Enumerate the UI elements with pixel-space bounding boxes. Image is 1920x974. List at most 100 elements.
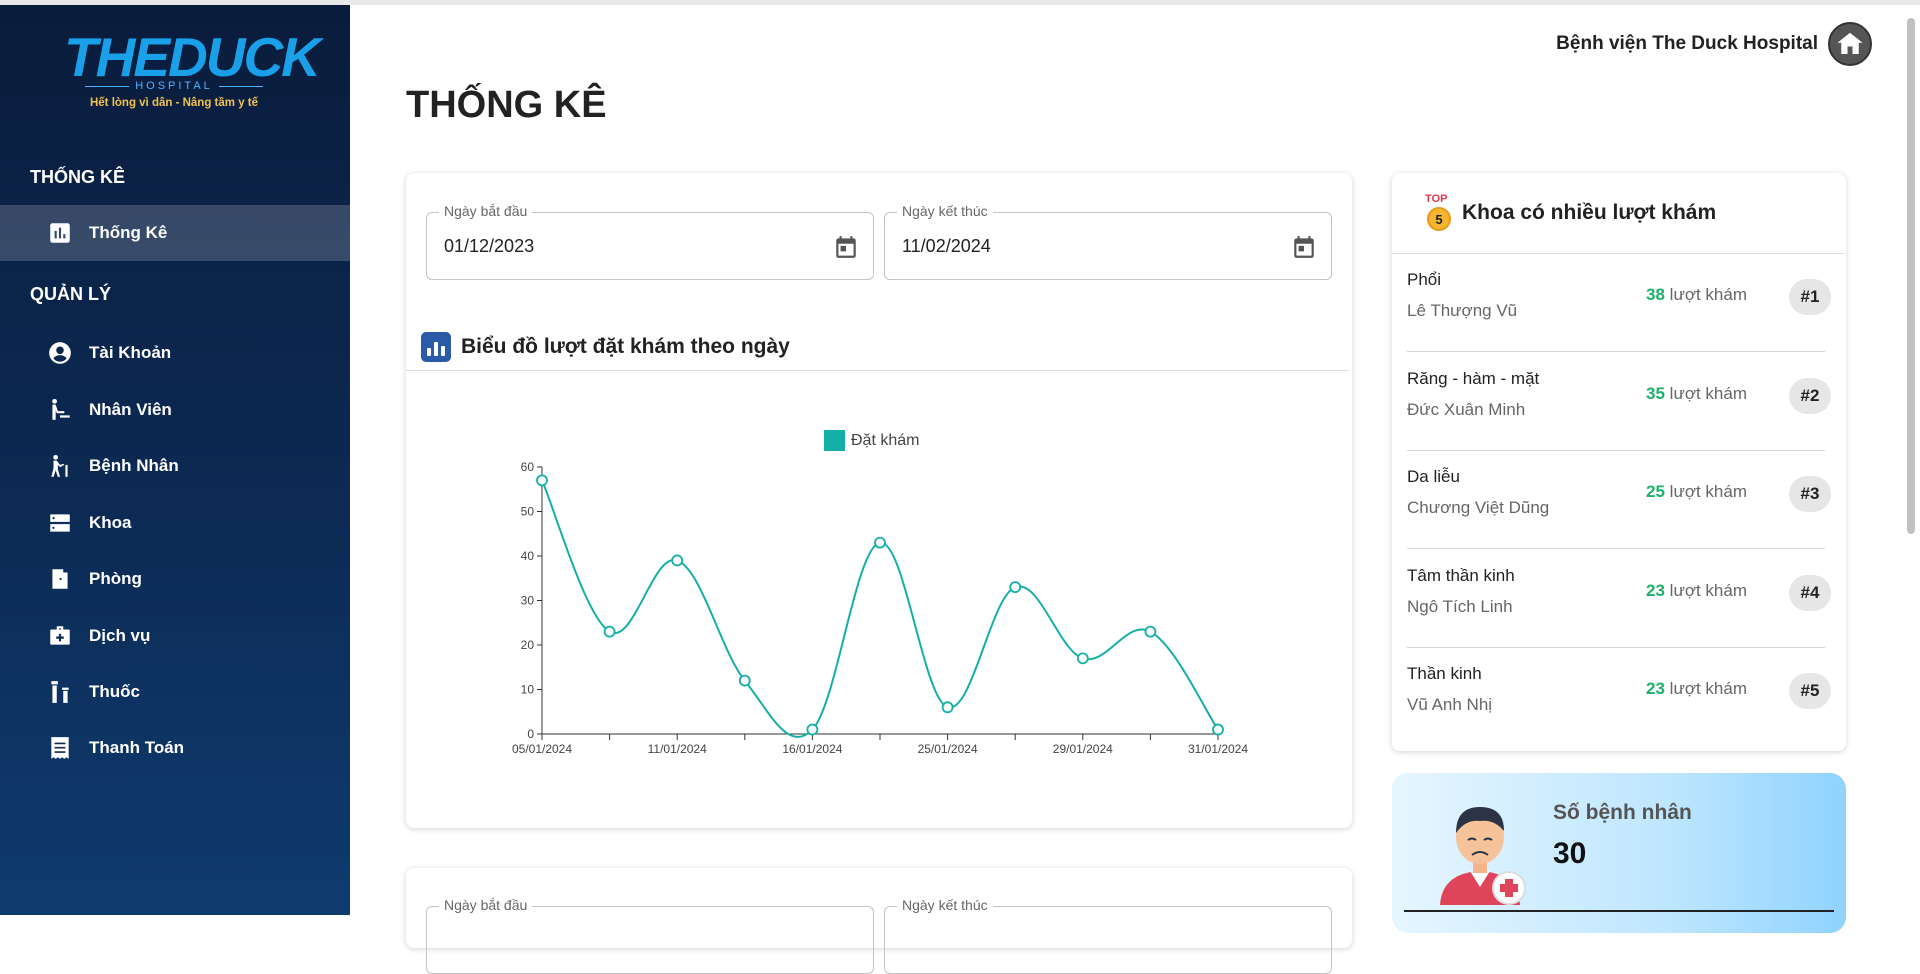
data-point: [536, 474, 548, 487]
y-tick-label: 60: [521, 460, 535, 474]
header-right: Bệnh viện The Duck Hospital: [1556, 22, 1872, 66]
line-chart: 0 10 20 30 40 50 60 05/01/2024 11/01/2024 16/01/2…: [512, 460, 1248, 756]
x-tick-label: 29/01/2024: [1053, 742, 1113, 756]
department-rank-row[interactable]: Thần kinh Vũ Anh Nhị 23 lượt khám #5: [1407, 648, 1831, 746]
sidebar: THEDUCK HOSPITAL Hết lòng vì dân - Nâng …: [0, 5, 350, 915]
visit-count: 35 lượt khám: [1646, 383, 1747, 403]
sidebar-item-thuoc[interactable]: Thuốc: [0, 664, 350, 720]
logo-subtitle: HOSPITAL: [64, 80, 284, 92]
sidebar-item-label: Khoa: [89, 513, 132, 532]
sidebar-item-phong[interactable]: Phòng: [0, 551, 350, 607]
department-name: Phổi: [1407, 270, 1442, 289]
data-point: [1144, 625, 1157, 638]
x-tick-label: 11/01/2024: [648, 742, 707, 756]
sidebar-item-khoa[interactable]: Khoa: [0, 495, 350, 551]
receipt-icon: [47, 735, 73, 761]
account-circle-icon: [47, 340, 73, 366]
rank-badge: #5: [1789, 673, 1831, 709]
patient-count-label: Số bệnh nhân: [1553, 801, 1692, 824]
y-tick-label: 40: [521, 549, 535, 563]
doctor-name: Chương Việt Dũng: [1407, 498, 1550, 517]
rank-badge: #3: [1789, 476, 1831, 512]
y-tick-label: 10: [521, 683, 535, 697]
data-point: [671, 554, 684, 567]
doctor-name: Lê Thượng Vũ: [1407, 301, 1518, 320]
visit-count: 25 lượt khám: [1646, 482, 1747, 501]
data-point: [738, 674, 751, 687]
department-name: Tâm thần kinh: [1407, 565, 1515, 585]
top-departments-title: Khoa có nhiều lượt khám: [1462, 201, 1717, 224]
y-tick-label: 30: [521, 594, 535, 608]
sidebar-item-thanh-toan[interactable]: Thanh Toán: [0, 720, 350, 776]
department-icon: [47, 510, 73, 536]
page-scrollbar[interactable]: [1907, 18, 1915, 534]
home-icon[interactable]: [1828, 22, 1872, 66]
top-departments-card: TOP 5 Khoa có nhiều lượt khám Phổi Lê Thư…: [1392, 173, 1846, 751]
doctor-name: Vũ Anh Nhị: [1407, 695, 1493, 714]
sidebar-item-label: Phòng: [89, 569, 142, 588]
sidebar-item-tai-khoan[interactable]: Tài Khoản: [0, 325, 350, 381]
y-tick-label: 50: [521, 505, 535, 519]
logo-brand: THEDUCK: [64, 26, 321, 88]
department-rank-row[interactable]: Tâm thần kinh Ngô Tích Linh 23 lượt khám #4: [1407, 550, 1831, 648]
patient-icon: [47, 453, 73, 479]
data-point: [806, 723, 819, 736]
patient-count-value: 30: [1553, 837, 1587, 870]
bar-chart-icon: [47, 220, 73, 246]
x-tick-label: 05/01/2024: [512, 742, 572, 756]
visit-count: 23 lượt khám: [1646, 679, 1747, 698]
doctor-name: Ngô Tích Linh: [1407, 596, 1513, 616]
medicine-icon: [47, 679, 73, 705]
top-departments-header: TOP 5 Khoa có nhiều lượt khám: [1392, 173, 1845, 254]
sick-patient-icon: [1440, 807, 1526, 905]
top5-medal-icon: TOP 5: [1424, 191, 1454, 235]
department-rank-row[interactable]: Phổi Lê Thượng Vũ 38 lượt khám #1: [1407, 254, 1831, 352]
logo[interactable]: THEDUCK HOSPITAL Hết lòng vì dân - Nâng …: [64, 26, 321, 117]
rank-badge: #2: [1789, 377, 1831, 414]
hospital-name: Bệnh viện The Duck Hospital: [1556, 33, 1818, 54]
department-name: Răng - hàm - mặt: [1407, 368, 1540, 388]
department-name: Thần kinh: [1407, 664, 1482, 683]
room-door-icon: [47, 566, 73, 592]
sidebar-item-label: Nhân Viên: [89, 400, 172, 419]
sidebar-item-nhan-vien[interactable]: Nhân Viên: [0, 382, 350, 438]
department-rank-row[interactable]: Răng - hàm - mặt Đức Xuân Minh 35 lượt khá…: [1407, 353, 1831, 451]
sidebar-item-benh-nhan[interactable]: Bệnh Nhân: [0, 438, 350, 494]
second-chart-card: Ngày bắt đầu Ngày kết thúc: [406, 868, 1352, 974]
data-point: [1009, 581, 1022, 594]
x-tick-label: 25/01/2024: [918, 742, 978, 756]
sidebar-item-label: Tài Khoản: [89, 343, 172, 362]
visit-count: 38 lượt khám: [1646, 285, 1747, 304]
sidebar-item-thong-ke[interactable]: Thống Kê: [0, 205, 350, 261]
end-date-label-2: Ngày kết thúc: [897, 897, 993, 913]
sidebar-item-dich-vu[interactable]: Dịch vụ: [0, 608, 350, 664]
start-date-field-2[interactable]: Ngày bắt đầu: [426, 897, 874, 974]
sidebar-item-label: Bệnh Nhân: [89, 456, 179, 475]
data-point: [603, 625, 616, 638]
section-title-stats: THỐNG KÊ: [30, 167, 126, 187]
rank-badge: #4: [1789, 574, 1831, 611]
y-tick-label: 0: [527, 727, 534, 741]
section-title-manage: QUẢN LÝ: [30, 284, 111, 304]
card-divider: [1404, 910, 1834, 912]
doctor-name: Đức Xuân Minh: [1407, 399, 1526, 419]
department-name: Da liễu: [1407, 467, 1460, 486]
start-date-label-2: Ngày bắt đầu: [439, 897, 533, 913]
logo-slogan: Hết lòng vì dân - Nâng tầm y tế: [89, 97, 259, 109]
end-date-field-2[interactable]: Ngày kết thúc: [884, 897, 1332, 974]
sidebar-item-label: Dịch vụ: [89, 626, 151, 645]
data-point: [1076, 652, 1089, 665]
medical-kit-icon: [47, 623, 73, 649]
chart-card: Ngày bắt đầu 01/12/2023 Ngày kết thúc 11…: [406, 173, 1352, 828]
sidebar-item-label: Thống Kê: [89, 223, 168, 242]
data-point: [874, 536, 886, 549]
data-point: [1212, 723, 1224, 736]
rank-badge: #1: [1789, 279, 1831, 315]
data-point: [941, 701, 954, 714]
x-tick-label: 31/01/2024: [1188, 742, 1248, 756]
x-tick-label: 16/01/2024: [782, 742, 842, 756]
visit-count: 23 lượt khám: [1646, 580, 1747, 600]
department-rank-row[interactable]: Da liễu Chương Việt Dũng 25 lượt khám #3: [1407, 451, 1831, 549]
sidebar-item-label: Thanh Toán: [89, 738, 185, 757]
staff-icon: [47, 397, 73, 423]
